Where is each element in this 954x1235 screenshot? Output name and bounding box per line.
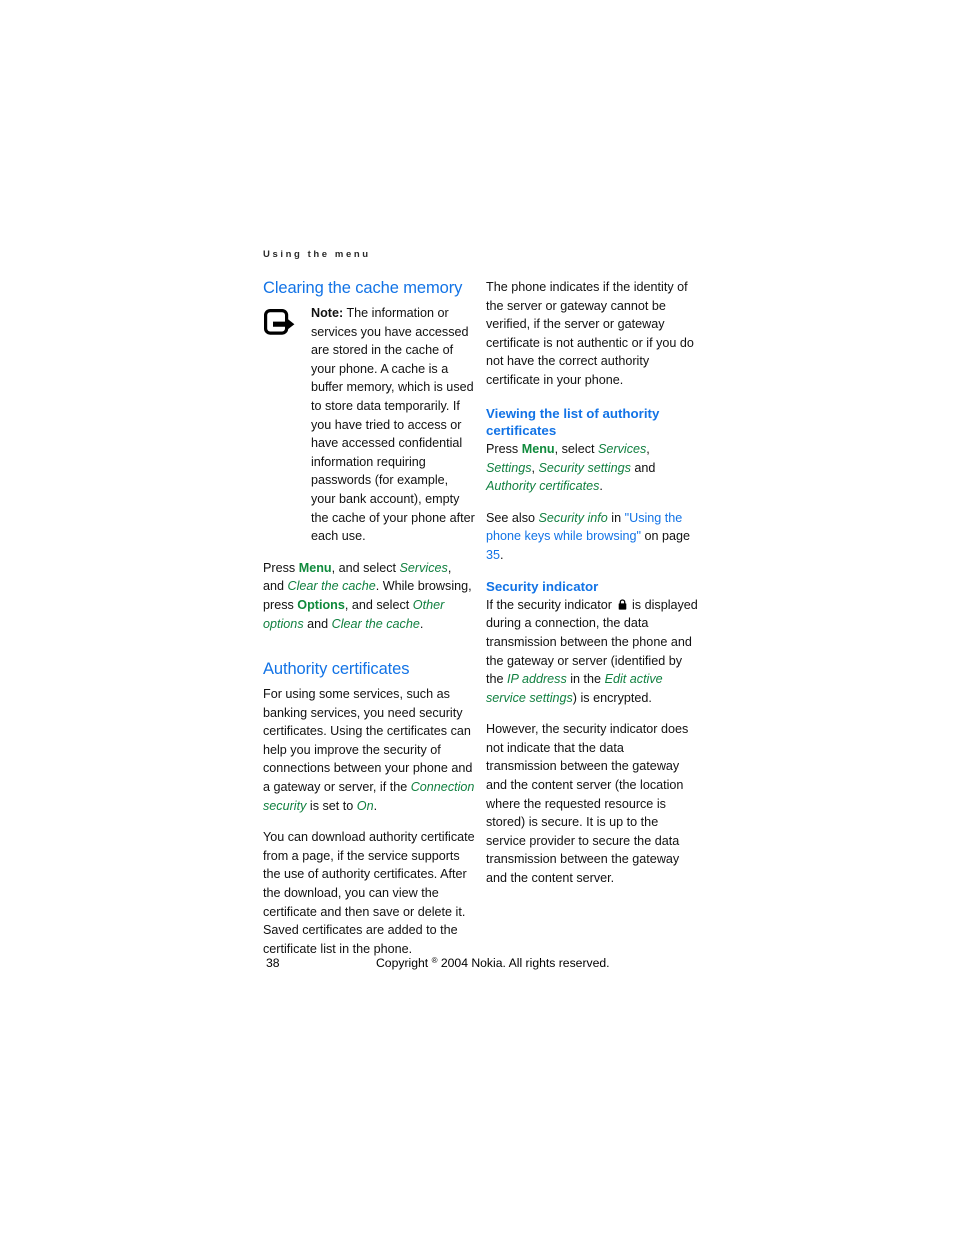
note-label: Note: — [311, 306, 344, 320]
key-menu: Menu — [521, 441, 555, 456]
cross-reference-page-number[interactable]: 35 — [486, 548, 500, 562]
sub-title-viewing-authority-certificates: Viewing the list of authority certificat… — [486, 405, 660, 438]
menu-item-security-info: Security info — [538, 510, 608, 525]
text-fragment: Press — [263, 560, 299, 575]
footer-copyright: Copyright ® 2004 Nokia. All rights reser… — [376, 956, 610, 970]
text-fragment: on page — [640, 529, 691, 544]
text-fragment: and — [303, 616, 332, 631]
menu-item-settings: Settings — [486, 460, 532, 475]
text-fragment: If the security indicator — [486, 597, 616, 612]
section-title-authority-certificates: Authority certificates — [263, 660, 410, 679]
text-fragment: in — [607, 510, 625, 525]
menu-item-services: Services — [399, 560, 448, 575]
running-header: Using the menu — [263, 249, 371, 260]
left-column: Clearing the cache memory Note: The info… — [263, 278, 475, 971]
text-fragment: , select — [554, 441, 598, 456]
note-arrow-icon — [264, 309, 304, 335]
padlock-icon — [618, 597, 627, 610]
note-text: The information or services you have acc… — [311, 306, 475, 544]
menu-item-services: Services — [598, 441, 647, 456]
text-fragment: . — [419, 616, 424, 631]
note-block: Note: The information or services you ha… — [263, 304, 475, 546]
menu-item-authority-certificates: Authority certificates — [486, 479, 600, 494]
text-fragment: and — [630, 460, 656, 475]
text-fragment: ) is encrypted. — [572, 690, 652, 705]
text-fragment: See also — [486, 510, 539, 525]
text-fragment: , and select — [331, 560, 400, 575]
menu-item-clear-the-cache-2: Clear the cache — [331, 616, 420, 631]
authority-certificates-paragraph-1: For using some services, such as banking… — [263, 685, 475, 815]
section-title-clearing-cache: Clearing the cache memory — [263, 279, 463, 297]
authority-certificates-paragraph-2: You can download authority certificate f… — [263, 830, 475, 956]
text-fragment: , — [531, 460, 539, 475]
menu-item-ip-address: IP address — [507, 672, 567, 687]
menu-item-security-settings: Security settings — [538, 460, 631, 475]
text-fragment: in the — [566, 672, 605, 687]
text-fragment: , — [646, 441, 650, 456]
right-column: The phone indicates if the identity of t… — [486, 278, 698, 901]
text-fragment: Press — [486, 441, 522, 456]
copyright-prefix: Copyright — [376, 956, 429, 970]
security-indicator-paragraph: If the security indicator is displayed d… — [486, 596, 698, 708]
footer-page-number: 38 — [266, 956, 280, 970]
see-also-paragraph: See also Security info in "Using the pho… — [486, 509, 698, 565]
press-menu-paragraph: Press Menu, and select Services, and Cle… — [263, 559, 475, 633]
text-fragment: , and select — [344, 597, 413, 612]
right-paragraph-1: The phone indicates if the identity of t… — [486, 280, 694, 387]
text-fragment: For using some services, such as banking… — [263, 687, 473, 795]
text-fragment: . — [500, 547, 504, 562]
right-paragraph-2: However, the security indicator does not… — [486, 722, 689, 886]
text-fragment: . — [599, 479, 603, 494]
text-fragment: is set to — [306, 798, 357, 813]
copyright-suffix: 2004 Nokia. All rights reserved. — [440, 956, 610, 970]
key-menu: Menu — [298, 560, 332, 575]
menu-item-clear-the-cache: Clear the cache — [287, 579, 376, 594]
text-fragment: . — [373, 798, 378, 813]
document-page: Using the menu Clearing the cache memory… — [0, 0, 954, 1235]
key-options: Options — [297, 597, 345, 612]
registered-symbol: ® — [431, 956, 438, 965]
menu-value-on: On — [356, 798, 374, 813]
press-menu-paragraph-right: Press Menu, select Services, Settings, S… — [486, 440, 698, 496]
sub-title-security-indicator: Security indicator — [486, 578, 599, 594]
